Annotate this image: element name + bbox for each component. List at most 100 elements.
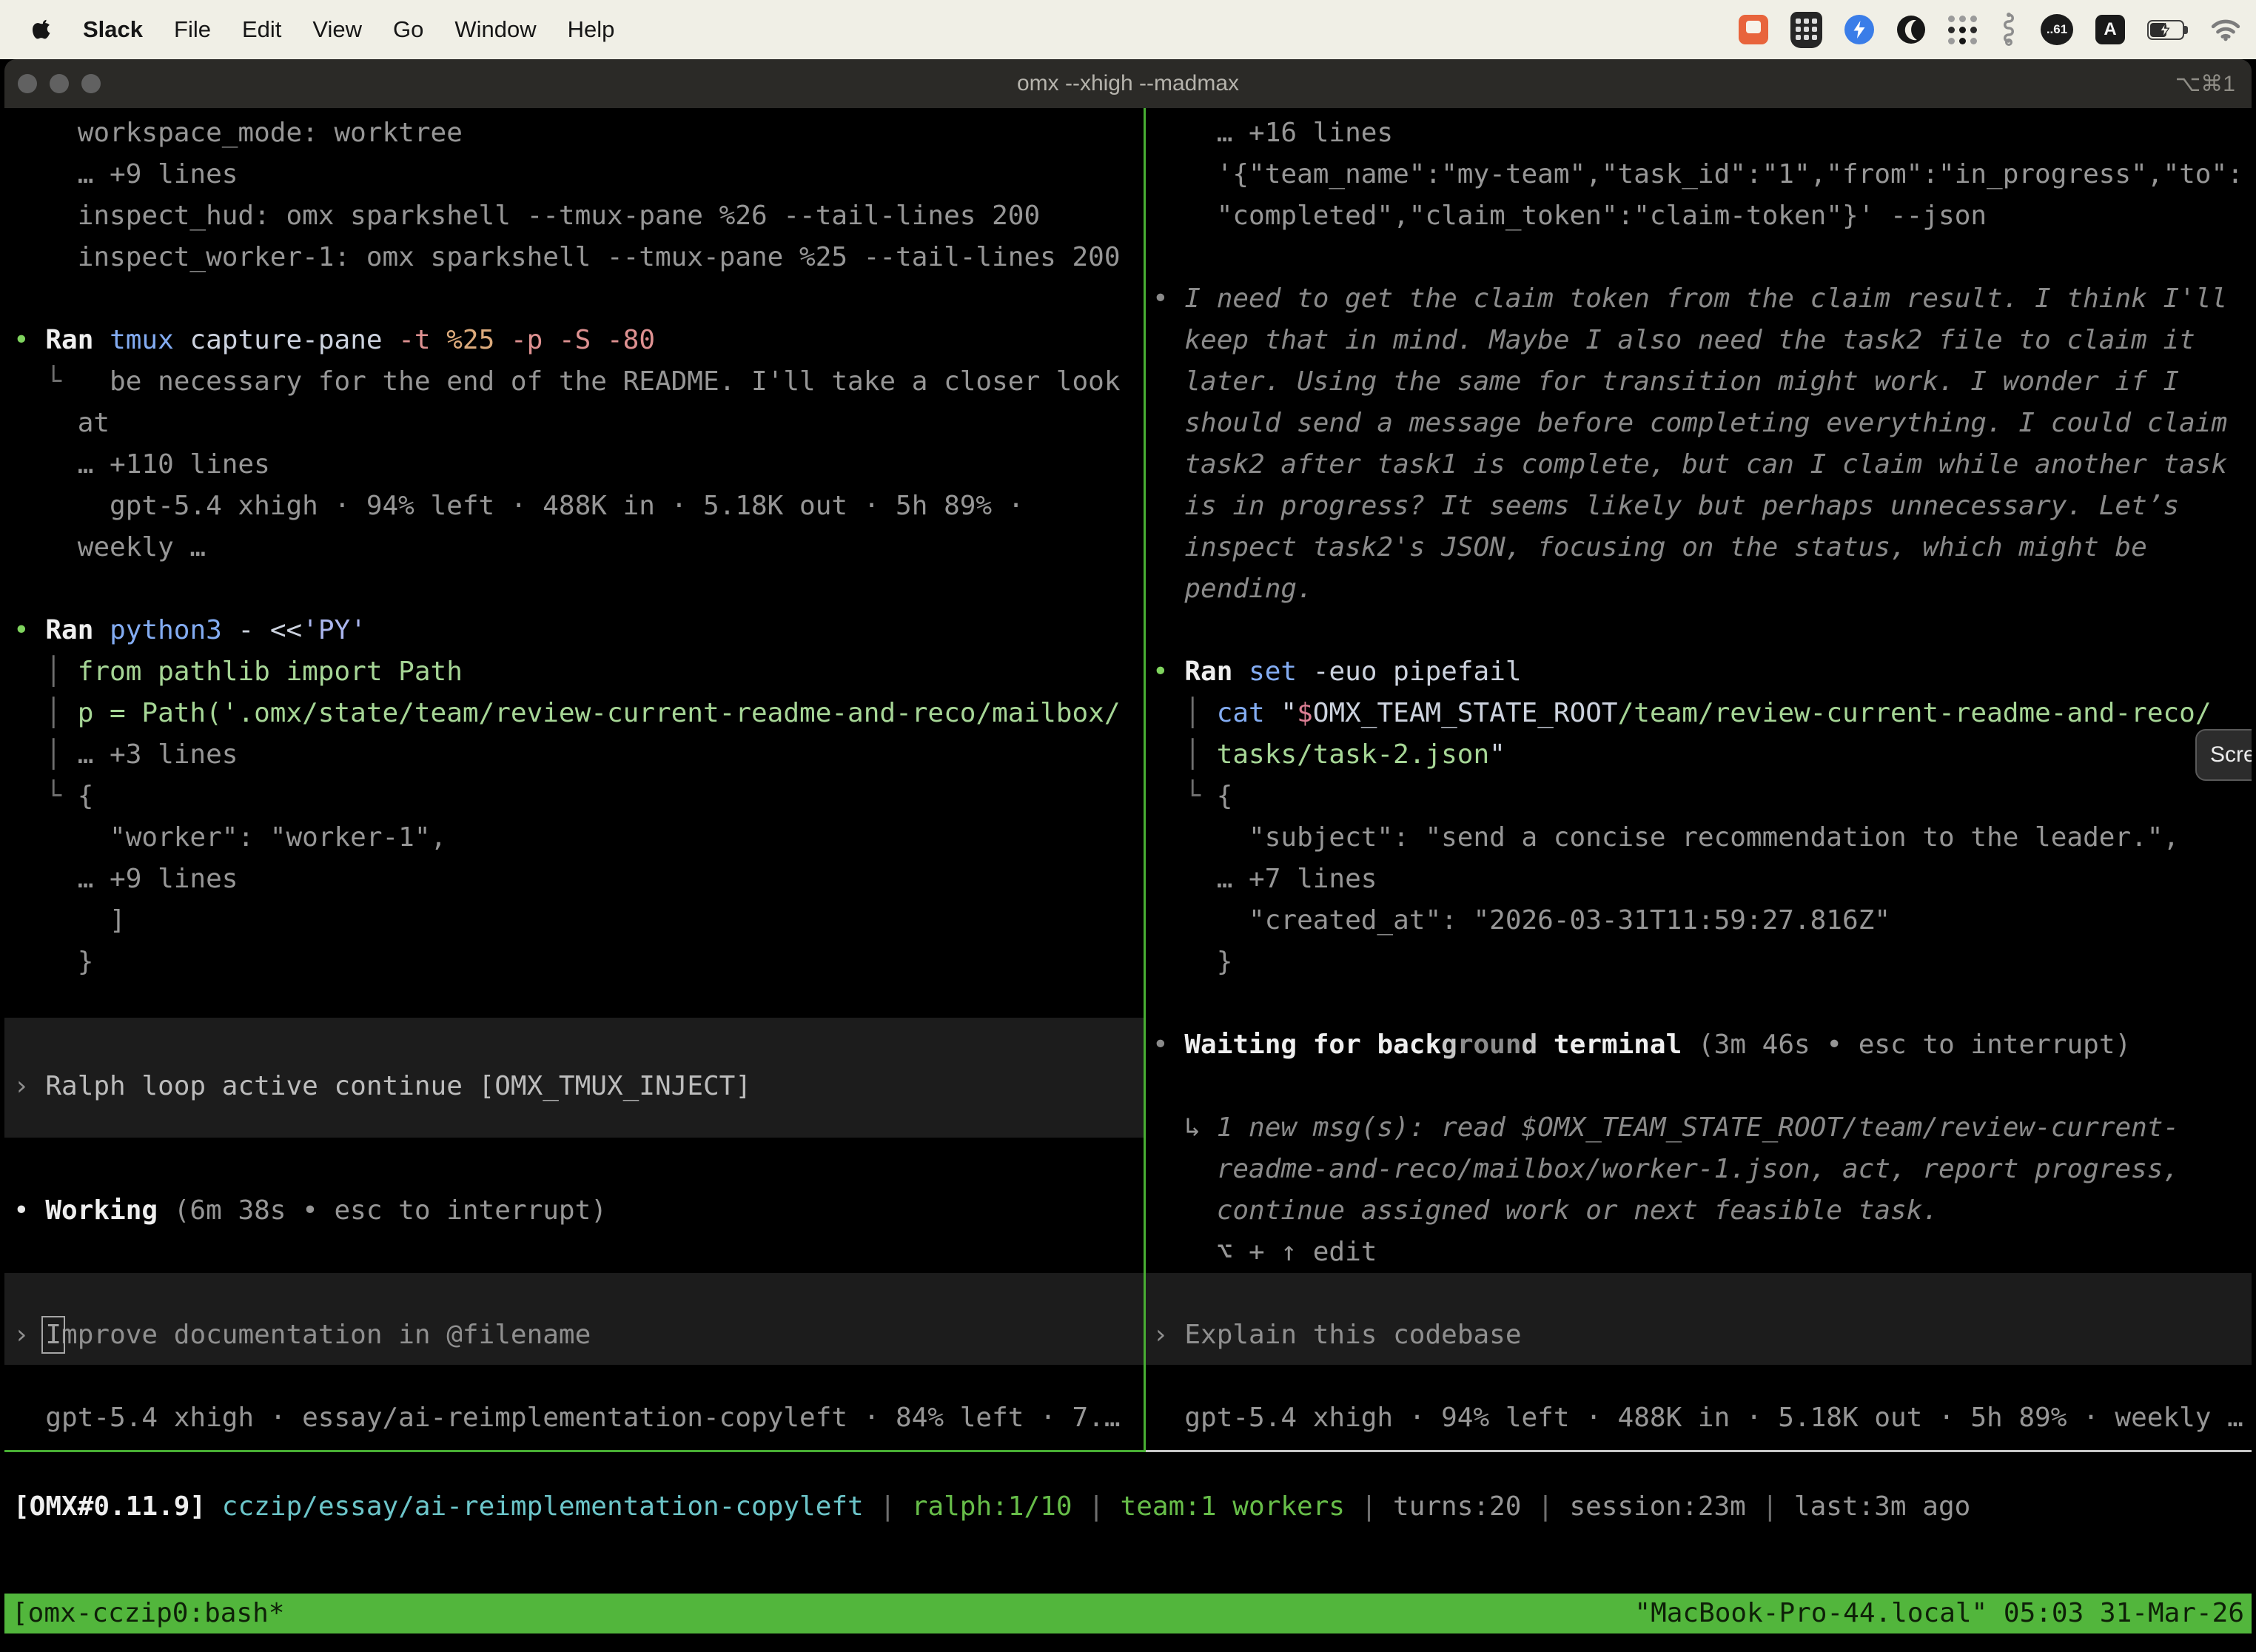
- text-segment: └: [13, 366, 110, 397]
- text-segment: cczip/essay/ai-reimplementation-copyleft: [222, 1491, 864, 1522]
- pane-divider-vertical[interactable]: [1144, 108, 1146, 1450]
- close-button[interactable]: [18, 74, 37, 93]
- menu-item-edit[interactable]: Edit: [242, 16, 281, 43]
- text-segment: cat: [1217, 698, 1265, 728]
- menu-item-help[interactable]: Help: [568, 16, 615, 43]
- traffic-lights: [18, 59, 101, 108]
- terminal-line: [1152, 983, 2252, 1024]
- wifi-icon[interactable]: [2210, 18, 2241, 41]
- text-segment: {: [78, 781, 94, 811]
- terminal-line: readme-and-reco/mailbox/worker-1.json, a…: [1152, 1149, 2252, 1190]
- text-segment: Ralph loop active continue [OMX_TMUX_INJ…: [45, 1071, 751, 1101]
- text-segment: roun: [1457, 1030, 1522, 1060]
- text-segment: (3m 46s • esc to interrupt): [1682, 1030, 2131, 1060]
- zoom-button[interactable]: [81, 74, 101, 93]
- prompt-line[interactable]: › Improve documentation in @filename: [13, 1314, 1152, 1356]
- terminal-line: ]: [13, 900, 1152, 941]
- terminal-line: │ from pathlib import Path: [13, 651, 1152, 693]
- menu-item-go[interactable]: Go: [393, 16, 423, 43]
- text-segment: [206, 1491, 222, 1522]
- terminal-window: omx --xhigh --madmax ⌥⌘1 workspace_mode:…: [4, 59, 2252, 1652]
- terminal-line: … +9 lines: [13, 154, 1152, 195]
- terminal-line: [13, 1356, 1152, 1397]
- tmux-host-clock: "MacBook-Pro-44.local" 05:03 31-Mar-26: [1634, 1594, 2244, 1633]
- text-segment: g: [1441, 1030, 1457, 1060]
- terminal-line: │ cat "$OMX_TEAM_STATE_ROOT/team/review-…: [1152, 693, 2252, 734]
- text-segment: /team/review-current-readme-and-reco/: [1618, 698, 2212, 728]
- terminal-line: … +110 lines: [13, 444, 1152, 486]
- menu-item-slack[interactable]: Slack: [83, 16, 143, 43]
- terminal-line: [1152, 610, 2252, 651]
- text-segment: Explain this codebase: [1184, 1320, 1521, 1350]
- screen: Slack File Edit View Go Window Help ..61 A omx …: [0, 0, 2256, 1652]
- apple-menu-icon[interactable]: [33, 19, 52, 41]
- text-segment: inspect_hud: omx sparkshell --tmux-pane …: [13, 201, 1040, 231]
- text-segment: [OMX#0.11.9]: [13, 1491, 206, 1522]
- window-titlebar[interactable]: omx --xhigh --madmax ⌥⌘1: [4, 59, 2252, 108]
- bolt-circle-icon[interactable]: [1844, 15, 1874, 44]
- terminal-line: keep that in mind. Maybe I also need the…: [1152, 320, 2252, 361]
- dots-grid-icon[interactable]: [1948, 16, 1977, 44]
- text-segment: turns:20: [1393, 1491, 1521, 1522]
- terminal-line: "subject": "send a concise recommendatio…: [1152, 817, 2252, 859]
- terminal-line: [13, 278, 1152, 320]
- terminal-line: at: [13, 403, 1152, 444]
- text-segment: '{"team_name":"my-team","task_id":"1","f…: [1152, 159, 2243, 189]
- squiggle-icon[interactable]: [1999, 13, 2018, 47]
- text-segment: "completed","claim_token":"claim-token"}…: [1152, 201, 1987, 231]
- text-segment: session:23m: [1569, 1491, 1745, 1522]
- battery-charging-icon[interactable]: [2147, 20, 2188, 40]
- text-segment: }: [13, 947, 93, 977]
- screen-tooltip: Scre: [2195, 729, 2252, 781]
- terminal-content: workspace_mode: worktree … +9 lines insp…: [4, 108, 2252, 1652]
- terminal-line: inspect_worker-1: omx sparkshell --tmux-…: [13, 237, 1152, 278]
- pane-divider-horizontal-right[interactable]: [1146, 1450, 2252, 1452]
- text-segment: │: [1152, 739, 1217, 770]
- text-segment: keep that in mind. Maybe I also need the…: [1152, 325, 2195, 355]
- terminal-line: [1152, 1066, 2252, 1107]
- text-segment: at: [13, 408, 110, 438]
- text-segment: -t: [383, 325, 431, 355]
- terminal-line: • Ran set -euo pipefail: [1152, 651, 2252, 693]
- terminal-line: • Ran tmux capture-pane -t %25 -p -S -80: [13, 320, 1152, 361]
- pane-divider-horizontal-left[interactable]: [4, 1450, 1146, 1452]
- text-segment: tmux: [110, 325, 174, 355]
- prompt-line[interactable]: › Explain this codebase: [1152, 1314, 2252, 1356]
- terminal-line: │ tasks/task-2.json": [1152, 734, 2252, 776]
- text-segment: last:3m ago: [1794, 1491, 1970, 1522]
- text-segment: gpt-5.4 xhigh · essay/ai-reimplementatio…: [13, 1403, 1121, 1433]
- terminal-line: [13, 1149, 1152, 1190]
- text-segment: p = Path('.omx/state/team/review-current…: [78, 698, 1121, 728]
- terminal-line: }: [13, 941, 1152, 983]
- terminal-line: │ … +3 lines: [13, 734, 1152, 776]
- tmux-pane-left[interactable]: workspace_mode: worktree … +9 lines insp…: [4, 108, 1152, 1439]
- menu-item-view[interactable]: View: [312, 16, 362, 43]
- terminal-line: [13, 983, 1152, 1024]
- text-segment: readme-and-reco/mailbox/worker-1.json, a…: [1152, 1154, 2179, 1184]
- terminal-line: [13, 568, 1152, 610]
- text-segment: gpt-5.4 xhigh · 94% left · 488K in · 5.1…: [1152, 1403, 2243, 1433]
- crescent-circle-icon[interactable]: [1896, 15, 1926, 44]
- text-segment: Ran: [1184, 657, 1232, 687]
- a-square-icon[interactable]: A: [2095, 15, 2125, 44]
- menu-item-file[interactable]: File: [174, 16, 211, 43]
- prompt-line[interactable]: › Ralph loop active continue [OMX_TMUX_I…: [13, 1066, 1152, 1107]
- text-cursor: I: [45, 1320, 61, 1350]
- terminal-line: workspace_mode: worktree: [13, 113, 1152, 154]
- tmux-status-bar: [omx-cczip0:bash* "MacBook-Pro-44.local"…: [4, 1594, 2252, 1633]
- minimize-button[interactable]: [50, 74, 69, 93]
- terminal-line: [OMX#0.11.9] cczip/essay/ai-reimplementa…: [13, 1486, 1970, 1528]
- tmux-pane-right[interactable]: … +16 lines '{"team_name":"my-team","tas…: [1146, 108, 2252, 1439]
- text-segment: … +9 lines: [13, 159, 238, 189]
- chat-bubble-icon[interactable]: [1739, 15, 1768, 44]
- keypad-shield-icon[interactable]: [1790, 12, 1822, 48]
- text-segment: ›: [1152, 1320, 1184, 1350]
- terminal-line: weekly …: [13, 527, 1152, 568]
- text-segment: •: [1152, 657, 1184, 687]
- text-segment: •: [13, 1195, 45, 1226]
- terminal-line: "worker": "worker-1",: [13, 817, 1152, 859]
- text-segment: •: [13, 325, 45, 355]
- menu-item-window[interactable]: Window: [454, 16, 536, 43]
- counter-badge-icon[interactable]: ..61: [2041, 14, 2073, 45]
- terminal-line: │ p = Path('.omx/state/team/review-curre…: [13, 693, 1152, 734]
